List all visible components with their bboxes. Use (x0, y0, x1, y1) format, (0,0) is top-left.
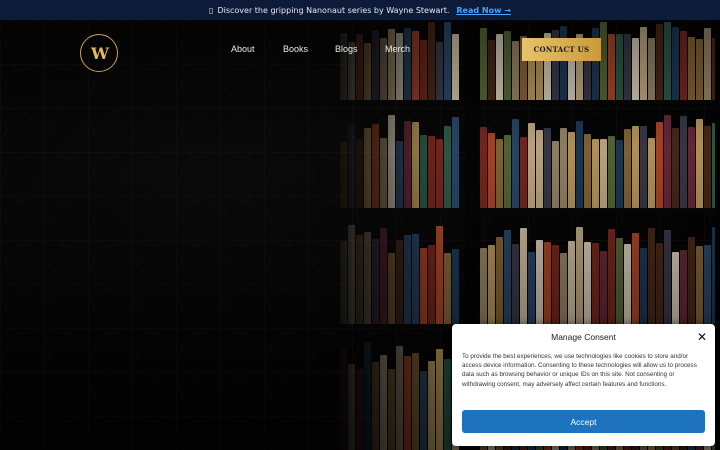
announcement-bar: ▯ Discover the gripping Nanonaut series … (0, 0, 720, 20)
nav-merch[interactable]: Merch (385, 44, 410, 54)
contact-us-button[interactable]: CONTACT US (522, 38, 601, 61)
read-now-link[interactable]: Read Now → (456, 6, 511, 15)
nav-about[interactable]: About (231, 44, 255, 54)
nav-books[interactable]: Books (283, 44, 308, 54)
consent-dialog: Manage Consent ✕ To provide the best exp… (452, 324, 715, 446)
close-icon[interactable]: ✕ (697, 330, 707, 344)
consent-title: Manage Consent (551, 332, 616, 342)
nav-blogs[interactable]: Blogs (335, 44, 358, 54)
book-icon: ▯ (209, 5, 214, 15)
announcement-text: Discover the gripping Nanonaut series by… (217, 5, 450, 15)
main-nav: About Books Blogs Merch (0, 44, 720, 56)
accept-button[interactable]: Accept (462, 410, 705, 433)
consent-body: To provide the best experiences, we use … (462, 353, 697, 388)
